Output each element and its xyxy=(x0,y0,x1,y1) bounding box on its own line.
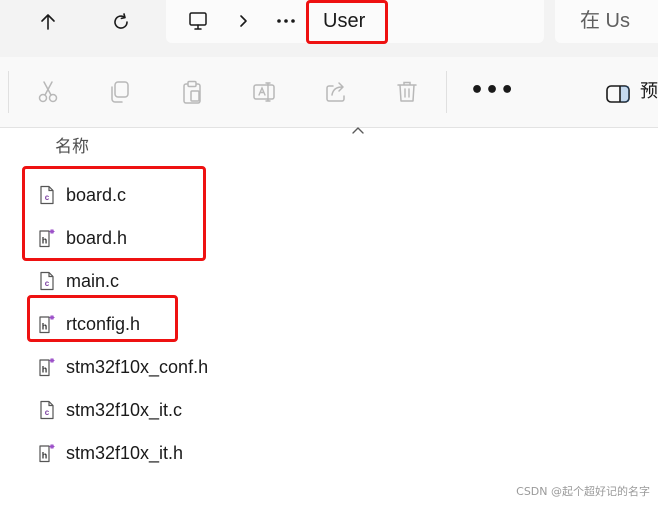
highlight-box-current-folder xyxy=(306,0,388,44)
search-placeholder: 在 Us xyxy=(580,10,630,32)
file-name: stm32f10x_it.c xyxy=(66,399,183,420)
share-icon xyxy=(326,82,345,102)
cut-button[interactable] xyxy=(33,77,63,107)
c-source-file-icon: c xyxy=(38,399,56,421)
toolbar-divider xyxy=(8,71,9,113)
file-name: stm32f10x_it.h xyxy=(66,442,184,463)
highlight-box-board-files xyxy=(22,166,206,261)
toolbar-divider xyxy=(446,71,447,113)
svg-text:h: h xyxy=(42,365,48,375)
file-list-item[interactable]: c stm32f10x_it.c xyxy=(38,395,338,425)
rename-icon xyxy=(253,82,275,102)
this-pc-icon[interactable] xyxy=(185,8,211,34)
breadcrumb-overflow-icon[interactable] xyxy=(273,8,299,34)
column-header-name[interactable]: 名称 xyxy=(55,135,89,159)
file-list-item[interactable]: c main.c xyxy=(38,266,338,296)
refresh-icon xyxy=(114,13,128,29)
watermark: CSDN @起个超好记的名字 xyxy=(516,485,650,498)
file-list-item[interactable]: h stm32f10x_conf.h xyxy=(38,352,338,382)
sort-ascending-icon[interactable] xyxy=(351,125,365,135)
copy-icon xyxy=(111,81,129,103)
svg-text:c: c xyxy=(45,408,50,417)
header-file-icon: h xyxy=(38,442,56,464)
c-source-file-icon: c xyxy=(38,270,56,292)
file-name: stm32f10x_conf.h xyxy=(66,356,209,377)
chevron-right-icon[interactable] xyxy=(230,8,256,34)
refresh-button[interactable] xyxy=(105,7,137,37)
svg-text:h: h xyxy=(42,451,48,461)
copy-button[interactable] xyxy=(104,77,134,107)
preview-pane-icon xyxy=(606,85,630,103)
trash-icon xyxy=(397,81,417,102)
clipboard-icon xyxy=(183,80,201,104)
command-toolbar: ••• 预 xyxy=(0,57,658,128)
delete-button[interactable] xyxy=(392,77,422,107)
file-list-item[interactable]: h stm32f10x_it.h xyxy=(38,438,338,468)
preview-label[interactable]: 预 xyxy=(640,79,658,105)
paste-button[interactable] xyxy=(177,77,207,107)
rename-button[interactable] xyxy=(249,77,279,107)
file-name: main.c xyxy=(66,270,120,291)
arrow-up-icon xyxy=(41,14,55,30)
scissors-icon xyxy=(38,81,58,103)
svg-text:c: c xyxy=(45,279,50,288)
share-button[interactable] xyxy=(321,77,351,107)
header-file-icon: h xyxy=(38,356,56,378)
preview-pane-button[interactable] xyxy=(603,79,633,109)
up-button[interactable] xyxy=(32,7,64,37)
highlight-box-rtconfig xyxy=(27,295,178,342)
see-more-button[interactable]: ••• xyxy=(470,76,515,106)
